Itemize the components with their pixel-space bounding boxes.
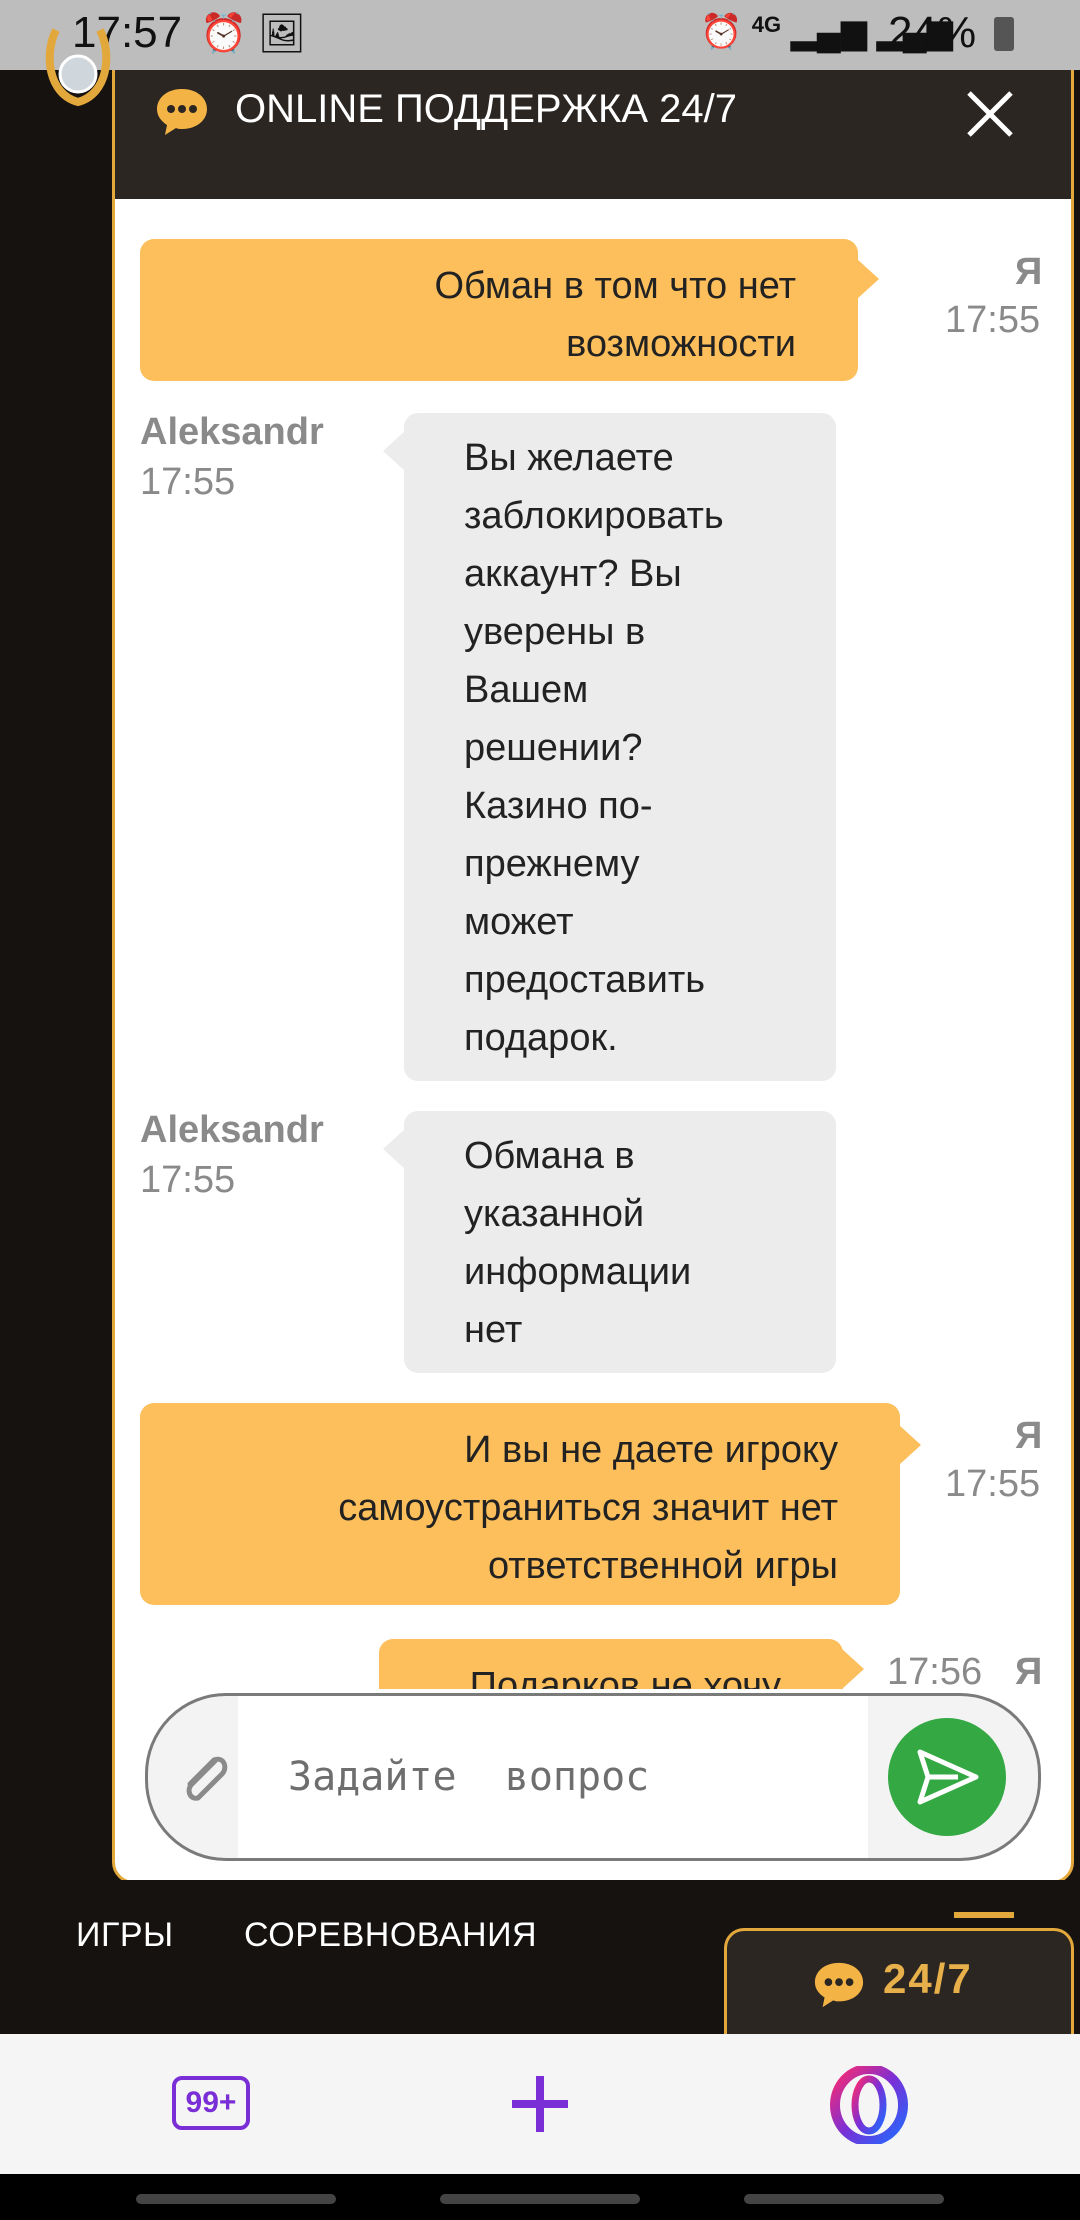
active-indicator [954, 1912, 1014, 1918]
battery-level: 24% [888, 8, 1015, 58]
agent-message-bubble: Вы желаете заблокировать аккаунт? Вы уве… [404, 413, 836, 1081]
bubble-tail [857, 259, 879, 299]
message-list[interactable]: Обман в том что нет возможности Я 17:55 … [115, 199, 1071, 1689]
message-text: возможности [566, 323, 796, 365]
close-icon [967, 91, 1013, 137]
alarm-icon: ⏰ [200, 13, 248, 55]
user-message-bubble: Обман в том что нет возможности [140, 239, 858, 381]
attach-button[interactable] [176, 1746, 234, 1808]
paperclip-icon [186, 1756, 228, 1801]
opera-menu-button[interactable] [830, 2064, 908, 2146]
new-tab-button[interactable] [508, 2072, 572, 2136]
agent-message-bubble: Обмана в указанной информации нет [404, 1111, 836, 1373]
support-24-7-button[interactable]: 24/7 [724, 1928, 1074, 2041]
site-bottom-nav: ИГРЫ СОРЕВНОВАНИЯ 24/7 [0, 1880, 1080, 2041]
alarm-icon: ⏰ [700, 13, 743, 51]
message-time: 17:55 [945, 1463, 1041, 1505]
gesture-handle[interactable] [440, 2194, 640, 2204]
plus-icon [512, 2076, 568, 2132]
support-tab-label: 24/7 [883, 1955, 973, 2002]
user-message-bubble: Подарков не хочу [379, 1639, 843, 1689]
question-input[interactable] [238, 1696, 868, 1858]
opera-logo-icon [830, 2064, 908, 2146]
chat-title: ONLINE ПОДДЕРЖКА 24/7 [235, 87, 737, 131]
message-sender: Я [1015, 251, 1043, 293]
send-icon [917, 1749, 979, 1805]
message-sender: Я [1015, 1415, 1043, 1457]
chat-bubble-icon [157, 89, 207, 135]
signal-icon: ▂▄▆ [790, 13, 867, 51]
message-text: Обман в том что нет [434, 265, 796, 307]
4g-icon: 4G [751, 12, 782, 37]
message-time: 17:55 [140, 461, 236, 503]
browser-toolbar: 99+ [0, 2034, 1080, 2174]
message-time: 17:55 [945, 299, 1041, 341]
status-bar: 17:57 ⏰ 🖼 ⏰ 4G ▂▄▆ ▂▄▆ 24% [0, 0, 1080, 70]
casino-logo [42, 24, 114, 108]
message-sender: Aleksandr [140, 411, 324, 453]
chat-bubble-icon [814, 1962, 864, 2008]
send-button[interactable] [888, 1718, 1006, 1836]
image-icon: 🖼 [257, 13, 307, 55]
bubble-tail [383, 431, 405, 471]
message-time: 17:56 [887, 1651, 983, 1689]
message-sender: Aleksandr [140, 1109, 324, 1151]
status-left-icons: ⏰ 🖼 [200, 12, 306, 56]
message-sender: Я [1015, 1651, 1043, 1689]
close-button[interactable] [955, 79, 1025, 149]
tab-tournaments[interactable]: СОРЕВНОВАНИЯ [244, 1916, 537, 1955]
bubble-tail [899, 1425, 921, 1465]
bubble-tail [383, 1129, 405, 1169]
tabs-button[interactable]: 99+ [172, 2076, 250, 2130]
gesture-handle[interactable] [744, 2194, 944, 2204]
message-input-bar [145, 1693, 1041, 1861]
user-message-bubble: И вы не даете игроку самоустраниться зна… [140, 1403, 900, 1605]
gesture-handle[interactable] [136, 2194, 336, 2204]
tab-games[interactable]: ИГРЫ [76, 1916, 174, 1955]
battery-icon [994, 17, 1015, 51]
message-item: Обман в том что нет возможности Я 17:55 [115, 199, 1071, 381]
message-time: 17:55 [140, 1159, 236, 1201]
system-gesture-bar [0, 2174, 1080, 2220]
bubble-tail [842, 1649, 864, 1689]
support-chat-window: ONLINE ПОДДЕРЖКА 24/7 Обман в том что не… [112, 14, 1074, 1884]
